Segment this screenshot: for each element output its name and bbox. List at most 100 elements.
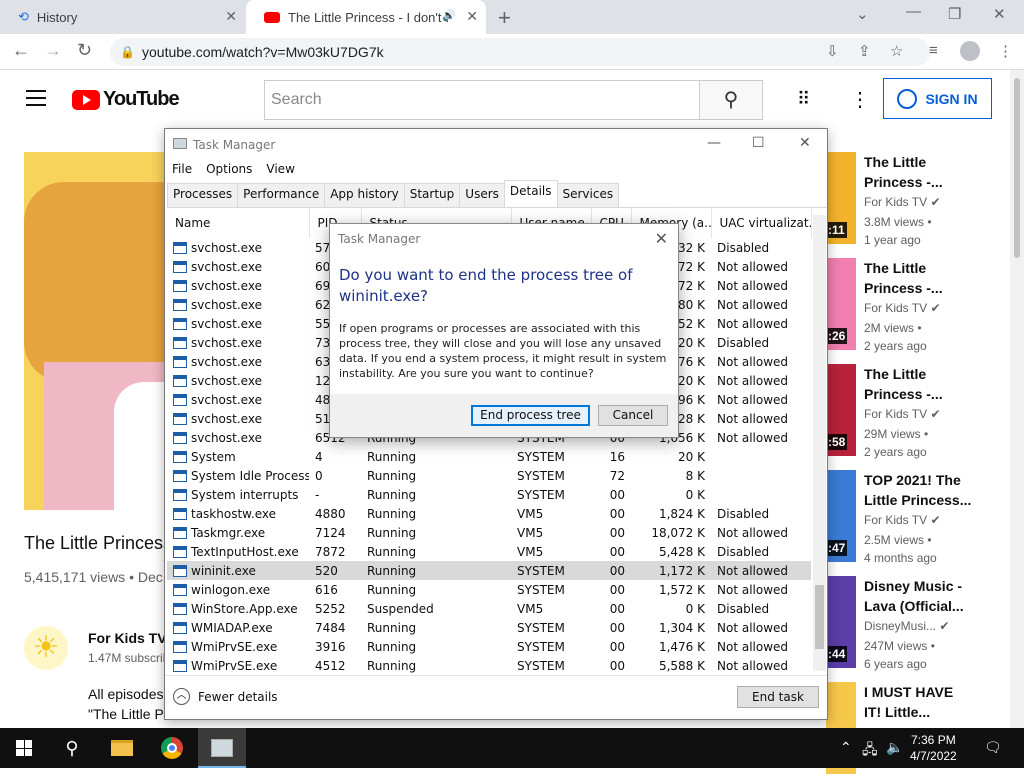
related-video-title[interactable]: The Little Princess -... xyxy=(864,152,1006,192)
column-header-uac[interactable]: UAC virtualizat... xyxy=(711,208,812,238)
table-row[interactable]: WMIADAP.exe 7484 Running SYSTEM 00 1,304 K Not… xyxy=(167,618,811,637)
more-icon[interactable]: ⋮ xyxy=(850,87,870,112)
list-scrollbar[interactable] xyxy=(813,215,826,671)
new-tab-icon[interactable]: + xyxy=(498,5,511,31)
notifications-icon[interactable]: 🗨 xyxy=(984,739,1002,756)
table-row[interactable]: wininit.exe 520 Running SYSTEM 00 1,172 K Not … xyxy=(167,561,811,580)
tab-startup[interactable]: Startup xyxy=(403,183,461,207)
close-icon[interactable]: ✕ xyxy=(655,229,668,248)
tab-services[interactable]: Services xyxy=(556,183,620,207)
media-controls-icon[interactable]: ≡ xyxy=(929,42,938,59)
status-cell: Running xyxy=(367,506,417,521)
system-clock[interactable]: 7:36 PM 4/7/2022 xyxy=(910,732,957,764)
table-row[interactable]: WmiPrvSE.exe 3916 Running SYSTEM 00 1,476 K No… xyxy=(167,637,811,656)
minimize-icon[interactable]: — xyxy=(707,135,721,151)
table-row[interactable]: System interrupts - Running SYSTEM 00 0 K xyxy=(167,485,811,504)
process-name: System xyxy=(191,449,236,464)
chrome-menu-icon[interactable]: ⋮ xyxy=(998,42,1013,60)
menu-file[interactable]: File xyxy=(172,162,192,176)
bookmark-star-icon[interactable]: ☆ xyxy=(890,42,903,60)
forward-icon[interactable]: → xyxy=(44,40,62,61)
video-duration: :47 xyxy=(826,540,848,556)
close-tab-icon[interactable]: ✕ xyxy=(225,8,237,25)
tab-details[interactable]: Details xyxy=(503,180,558,204)
end-process-tree-button[interactable]: End process tree xyxy=(471,405,590,426)
tab-processes[interactable]: Processes xyxy=(167,183,239,207)
sign-in-button[interactable]: SIGN IN xyxy=(883,78,992,119)
close-icon[interactable]: ✕ xyxy=(799,135,811,151)
chrome-button[interactable] xyxy=(148,728,196,768)
related-video-title[interactable]: Disney Music - Lava (Official... xyxy=(864,576,1006,616)
youtube-logo[interactable]: YouTube xyxy=(72,88,180,111)
share-icon[interactable]: ⇪ xyxy=(858,42,871,60)
related-video-item[interactable]: :44 Disney Music - Lava (Official... Disne… xyxy=(826,576,1006,676)
cancel-button[interactable]: Cancel xyxy=(598,405,668,426)
table-row[interactable]: System 4 Running SYSTEM 16 20 K xyxy=(167,447,811,466)
apps-grid-icon[interactable]: ⠿ xyxy=(797,89,810,110)
search-icon[interactable]: ⚲ xyxy=(48,728,96,768)
reload-icon[interactable]: ↻ xyxy=(77,40,92,61)
channel-avatar[interactable]: ☀ xyxy=(24,626,68,670)
uac-cell: Disabled xyxy=(717,506,770,521)
start-button[interactable] xyxy=(0,728,48,768)
related-video-title[interactable]: TOP 2021! The Little Princess... xyxy=(864,470,1006,510)
table-row[interactable]: winlogon.exe 616 Running SYSTEM 00 1,572 K Not… xyxy=(167,580,811,599)
process-name-cell: svchost.exe xyxy=(167,314,309,333)
process-icon xyxy=(173,488,187,501)
close-window-icon[interactable]: ✕ xyxy=(993,5,1006,23)
profile-icon[interactable] xyxy=(960,41,980,61)
search-button[interactable]: ⚲ xyxy=(699,80,763,120)
table-row[interactable]: WmiPrvSE.exe 4512 Running SYSTEM 00 5,588 K No… xyxy=(167,656,811,673)
process-name-cell: svchost.exe xyxy=(167,333,309,352)
table-row[interactable]: WinStore.App.exe 5252 Suspended VM5 00 0 K Dis… xyxy=(167,599,811,618)
network-icon[interactable]: 🖧 xyxy=(862,739,878,763)
maximize-icon[interactable]: ☐ xyxy=(752,135,765,151)
table-row[interactable]: System Idle Process 0 Running SYSTEM 72 8 K xyxy=(167,466,811,485)
menu-icon[interactable] xyxy=(26,90,46,106)
tab-users[interactable]: Users xyxy=(459,183,505,207)
related-video-item[interactable]: :58 The Little Princess -... For Kids TV ✔… xyxy=(826,364,1006,464)
related-video-item[interactable]: :47 TOP 2021! The Little Princess... For K… xyxy=(826,470,1006,570)
table-row[interactable]: TextInputHost.exe 7872 Running VM5 00 5,428 K… xyxy=(167,542,811,561)
chevron-up-icon[interactable]: ⌃ xyxy=(840,739,852,756)
related-video-item[interactable]: :11 The Little Princess -... For Kids TV ✔… xyxy=(826,152,1006,252)
related-video-title[interactable]: The Little Princess -... xyxy=(864,364,1006,404)
related-video-meta: 29M views • 2 years ago xyxy=(864,427,929,459)
volume-icon[interactable]: 🔈 xyxy=(886,739,903,756)
tab-youtube[interactable]: The Little Princess - I don't w 🔊 ✕ xyxy=(246,0,486,34)
fewer-details-button[interactable]: ︿ Fewer details xyxy=(173,688,278,705)
restore-icon[interactable]: ❐ xyxy=(948,5,961,23)
page-scrollbar[interactable] xyxy=(1010,70,1024,728)
related-video-title[interactable]: I MUST HAVE IT! Little... xyxy=(864,682,1006,722)
related-video-title[interactable]: The Little Princess -... xyxy=(864,258,1006,298)
close-tab-icon[interactable]: ✕ xyxy=(466,8,478,25)
youtube-favicon xyxy=(264,11,280,23)
install-icon[interactable]: ⇩ xyxy=(826,42,839,60)
task-manager-taskbar-button[interactable] xyxy=(198,728,246,768)
youtube-header: YouTube Search ⚲ ⠿ ⋮ SIGN IN xyxy=(0,70,1010,128)
tab-app-history[interactable]: App history xyxy=(324,183,405,207)
table-row[interactable]: Taskmgr.exe 7124 Running VM5 00 18,072 K Not a… xyxy=(167,523,811,542)
speaker-icon[interactable]: 🔊 xyxy=(442,9,456,22)
video-player[interactable] xyxy=(24,152,172,510)
column-header-name[interactable]: Name xyxy=(167,208,310,238)
scrollbar-thumb[interactable] xyxy=(1014,78,1020,258)
tab-performance[interactable]: Performance xyxy=(237,183,326,207)
end-task-button[interactable]: End task xyxy=(737,686,819,708)
scrollbar-thumb[interactable] xyxy=(815,585,824,649)
user-cell: SYSTEM xyxy=(511,561,591,580)
back-icon[interactable]: ← xyxy=(12,40,30,61)
process-icon xyxy=(173,431,187,444)
menu-options[interactable]: Options xyxy=(206,162,252,176)
address-bar[interactable]: 🔒 youtube.com/watch?v=Mw03kU7DG7k xyxy=(110,38,930,66)
search-input[interactable]: Search xyxy=(264,80,700,120)
table-row[interactable]: taskhostw.exe 4880 Running VM5 00 1,824 K Disa… xyxy=(167,504,811,523)
tab-search-icon[interactable]: ⌄ xyxy=(856,5,869,23)
menu-view[interactable]: View xyxy=(266,162,294,176)
channel-name[interactable]: For Kids TV xyxy=(88,630,167,646)
file-explorer-button[interactable] xyxy=(98,728,146,768)
tab-history[interactable]: ⟲ History ✕ xyxy=(0,0,245,34)
related-video-item[interactable]: :26 The Little Princess -... For Kids TV ✔… xyxy=(826,258,1006,358)
minimize-icon[interactable]: — xyxy=(906,3,921,20)
lock-icon: 🔒 xyxy=(120,45,135,59)
